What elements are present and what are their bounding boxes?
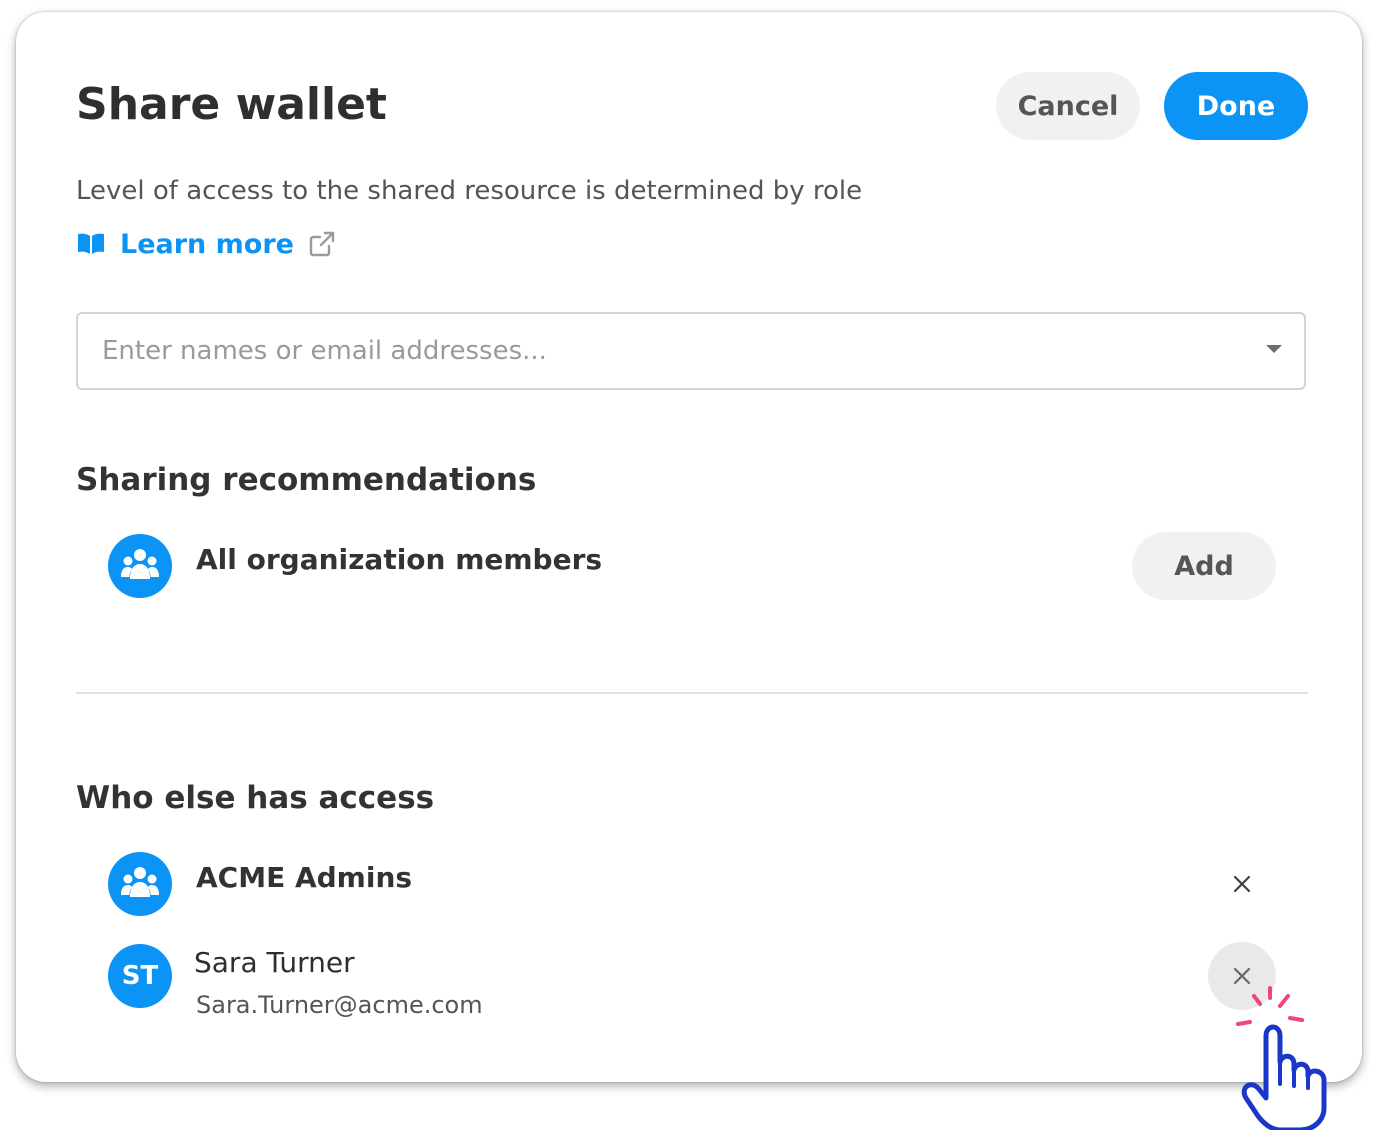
remove-access-button[interactable]: [1208, 850, 1276, 918]
book-icon: [76, 229, 106, 259]
access-name: Sara Turner: [194, 946, 355, 979]
group-avatar: [108, 852, 172, 916]
pointer-hand-icon: [1236, 986, 1327, 1130]
learn-more-link[interactable]: Learn more: [76, 226, 336, 262]
cancel-button[interactable]: Cancel: [996, 72, 1140, 140]
section-divider: [76, 692, 1308, 694]
done-button[interactable]: Done: [1164, 72, 1308, 140]
dropdown-caret-icon[interactable]: [1266, 345, 1282, 353]
group-avatar: [108, 534, 172, 598]
share-search-field[interactable]: [76, 312, 1306, 390]
add-button[interactable]: Add: [1132, 532, 1276, 600]
who-else-has-access-heading: Who else has access: [76, 780, 435, 816]
group-icon: [121, 549, 159, 579]
close-icon: [1233, 967, 1251, 985]
user-avatar: ST: [108, 944, 172, 1008]
share-search-input[interactable]: [102, 314, 1242, 388]
sharing-recommendations-heading: Sharing recommendations: [76, 462, 537, 498]
recommendation-name: All organization members: [196, 543, 603, 576]
access-description: Level of access to the shared resource i…: [76, 176, 863, 206]
access-email: Sara.Turner@acme.com: [196, 991, 483, 1019]
dialog-title: Share wallet: [76, 79, 387, 130]
group-icon: [121, 867, 159, 897]
access-name: ACME Admins: [196, 861, 413, 894]
external-link-icon: [308, 230, 336, 258]
share-wallet-dialog: Share wallet Cancel Done Level of access…: [16, 12, 1362, 1082]
learn-more-label: Learn more: [120, 228, 294, 260]
close-icon: [1233, 875, 1251, 893]
click-burst-icon: [1236, 986, 1304, 1026]
